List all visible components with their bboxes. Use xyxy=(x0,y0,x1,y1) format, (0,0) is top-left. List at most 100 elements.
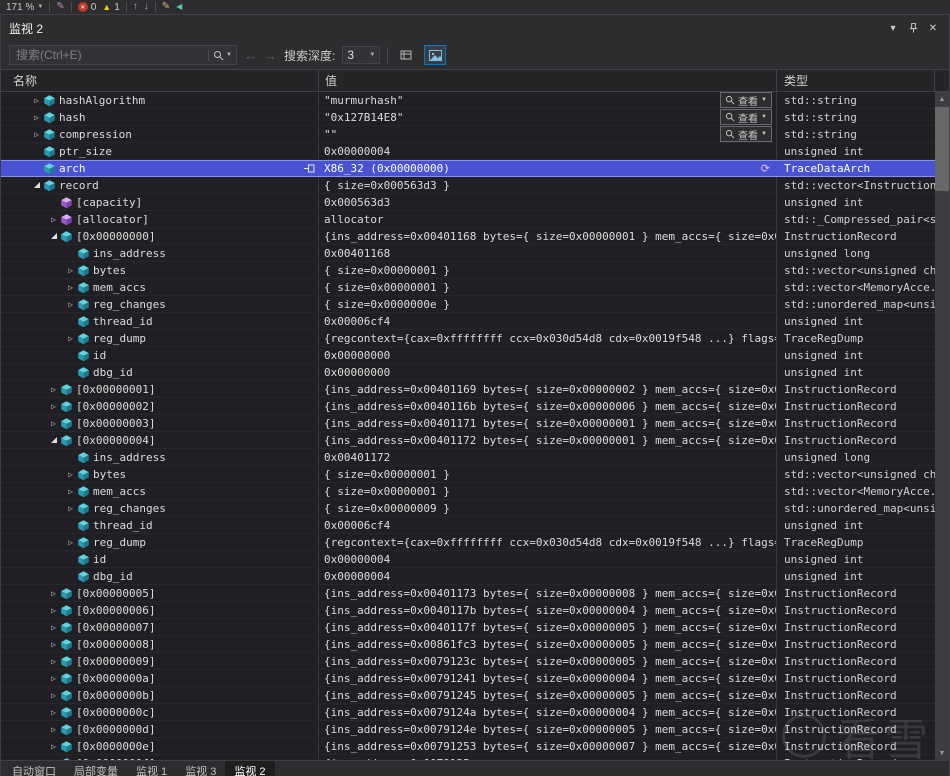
table-row[interactable]: ins_address 0x00401168 unsigned long xyxy=(1,245,935,262)
expander-icon[interactable] xyxy=(65,569,76,584)
visualizer-toggle-button[interactable] xyxy=(424,45,447,65)
expander-icon[interactable] xyxy=(65,484,76,499)
expander-icon[interactable] xyxy=(65,263,76,278)
table-row[interactable]: [0x0000000d] {ins_address=0x0079124e byt… xyxy=(1,721,935,738)
pin-to-column-icon[interactable] xyxy=(304,164,315,173)
table-row[interactable]: record { size=0x000563d3 } std::vector<I… xyxy=(1,177,935,194)
expander-icon[interactable] xyxy=(31,144,42,159)
value-cell[interactable]: X86_32 (0x00000000) ⟳ xyxy=(319,161,777,176)
value-cell[interactable]: 0x00000004 xyxy=(319,551,777,567)
value-cell[interactable]: 0x00000000 xyxy=(319,347,777,363)
value-cell[interactable]: {ins_address=0x0079124a bytes={ size=0x0… xyxy=(319,704,777,720)
table-row[interactable]: [0x00000007] {ins_address=0x0040117f byt… xyxy=(1,619,935,636)
value-cell[interactable]: 0x00000004 xyxy=(319,143,777,159)
table-row[interactable]: [0x00000001] {ins_address=0x00401169 byt… xyxy=(1,381,935,398)
value-cell[interactable]: {regcontext={cax=0xffffffff ccx=0x030d54… xyxy=(319,330,777,346)
table-row[interactable]: [0x0000000b] {ins_address=0x00791245 byt… xyxy=(1,687,935,704)
table-row[interactable]: [0x00000008] {ins_address=0x00861fc3 byt… xyxy=(1,636,935,653)
expander-icon[interactable] xyxy=(65,467,76,482)
table-row[interactable]: bytes { size=0x00000001 } std::vector<un… xyxy=(1,466,935,483)
expander-icon[interactable] xyxy=(48,654,59,669)
table-row[interactable]: [allocator] allocator std::_Compressed_p… xyxy=(1,211,935,228)
value-cell[interactable]: {ins_address=0x00791241 bytes={ size=0x0… xyxy=(319,670,777,686)
previous-result-button[interactable]: ← xyxy=(244,48,257,63)
tab-autos[interactable]: 自动窗口 xyxy=(3,761,65,776)
table-row[interactable]: ins_address 0x00401172 unsigned long xyxy=(1,449,935,466)
search-options-button[interactable]: ▼ xyxy=(208,49,232,61)
value-cell[interactable]: {ins_address=0x0079124e bytes={ size=0x0… xyxy=(319,721,777,737)
table-row[interactable]: [0x00000002] {ins_address=0x0040116b byt… xyxy=(1,398,935,415)
scroll-up-arrow[interactable]: ▲ xyxy=(935,92,949,106)
value-cell[interactable]: "murmurhash" 查看 ▼ xyxy=(319,92,777,108)
expander-icon[interactable] xyxy=(48,705,59,720)
expander-icon[interactable] xyxy=(31,93,42,108)
table-row[interactable]: [capacity] 0x000563d3 unsigned int xyxy=(1,194,935,211)
table-row[interactable]: dbg_id 0x00000004 unsigned int xyxy=(1,568,935,585)
value-cell[interactable]: { size=0x00000001 } xyxy=(319,466,777,482)
expander-icon[interactable] xyxy=(48,739,59,754)
value-cell[interactable]: 0x00401172 xyxy=(319,449,777,465)
value-cell[interactable]: { size=0x00000001 } xyxy=(319,279,777,295)
value-cell[interactable]: {ins_address=0x00401172 bytes={ size=0x0… xyxy=(319,432,777,448)
navigate-down-icon[interactable]: ↓ xyxy=(144,2,149,12)
expander-icon[interactable] xyxy=(48,195,59,210)
table-row[interactable]: thread_id 0x00006cf4 unsigned int xyxy=(1,313,935,330)
close-panel-button[interactable]: ✕ xyxy=(925,20,941,36)
table-row[interactable]: bytes { size=0x00000001 } std::vector<un… xyxy=(1,262,935,279)
table-row[interactable]: arch X86_32 (0x00000000) ⟳ TraceDataArch xyxy=(1,160,935,177)
brush-icon[interactable]: ✎ xyxy=(56,2,64,12)
table-row[interactable]: reg_changes { size=0x0000000e } std::uno… xyxy=(1,296,935,313)
value-cell[interactable]: "0x127B14E8" 查看 ▼ xyxy=(319,109,777,125)
value-cell[interactable]: "" 查看 ▼ xyxy=(319,126,777,142)
value-cell[interactable]: {ins_address=0x00401173 bytes={ size=0x0… xyxy=(319,585,777,601)
table-row[interactable]: reg_dump {regcontext={cax=0xffffffff ccx… xyxy=(1,534,935,551)
table-row[interactable]: reg_changes { size=0x00000009 } std::uno… xyxy=(1,500,935,517)
table-row[interactable]: id 0x00000000 unsigned int xyxy=(1,347,935,364)
expander-icon[interactable] xyxy=(65,246,76,261)
table-row[interactable]: compression "" 查看 ▼ std::string xyxy=(1,126,935,143)
table-row[interactable]: [0x00000009] {ins_address=0x0079123c byt… xyxy=(1,653,935,670)
pin-panel-button[interactable] xyxy=(905,20,921,36)
expander-icon[interactable] xyxy=(48,229,59,244)
column-header-type[interactable]: 类型 xyxy=(777,70,935,91)
scrollbar-thumb[interactable] xyxy=(935,107,949,191)
expander-icon[interactable] xyxy=(48,637,59,652)
expander-icon[interactable] xyxy=(48,382,59,397)
value-cell[interactable]: { size=0x00000001 } xyxy=(319,262,777,278)
expander-icon[interactable] xyxy=(48,212,59,227)
error-count-badge[interactable]: ✕ 0 xyxy=(77,2,96,13)
table-row[interactable]: ptr_size 0x00000004 unsigned int xyxy=(1,143,935,160)
value-cell[interactable]: {regcontext={cax=0xffffffff ccx=0x030d54… xyxy=(319,534,777,550)
watch-settings-button[interactable] xyxy=(395,45,417,65)
expander-icon[interactable] xyxy=(48,416,59,431)
value-cell[interactable]: 0x00006cf4 xyxy=(319,313,777,329)
value-cell[interactable]: { size=0x00000001 } xyxy=(319,483,777,499)
expander-icon[interactable] xyxy=(65,348,76,363)
scroll-down-arrow[interactable]: ▼ xyxy=(935,746,949,760)
value-cell[interactable]: 0x00401168 xyxy=(319,245,777,261)
table-row[interactable]: id 0x00000004 unsigned int xyxy=(1,551,935,568)
table-row[interactable]: [0x00000004] {ins_address=0x00401172 byt… xyxy=(1,432,935,449)
zoom-control[interactable]: 171 % ▼ xyxy=(6,2,43,13)
window-menu-button[interactable]: ▾ xyxy=(885,20,901,36)
expander-icon[interactable] xyxy=(48,603,59,618)
vertical-scrollbar[interactable]: ▲ ▼ xyxy=(935,92,949,760)
value-cell[interactable]: {ins_address=0x00401169 bytes={ size=0x0… xyxy=(319,381,777,397)
table-row[interactable]: [0x0000000e] {ins_address=0x00791253 byt… xyxy=(1,738,935,755)
table-row[interactable]: hashAlgorithm "murmurhash" 查看 ▼ std::str… xyxy=(1,92,935,109)
search-input[interactable] xyxy=(14,47,209,63)
tab-watch-2[interactable]: 监视 2 xyxy=(225,761,275,776)
tab-watch-1[interactable]: 监视 1 xyxy=(127,761,176,776)
warning-count-badge[interactable]: ▲ 1 xyxy=(102,2,119,13)
search-depth-select[interactable]: 3 ▼ xyxy=(342,46,381,64)
table-row[interactable]: [0x00000000] {ins_address=0x00401168 byt… xyxy=(1,228,935,245)
table-row[interactable]: [0x0000000a] {ins_address=0x00791241 byt… xyxy=(1,670,935,687)
table-row[interactable]: [0x00000005] {ins_address=0x00401173 byt… xyxy=(1,585,935,602)
view-button[interactable]: 查看 ▼ xyxy=(720,92,772,108)
expander-icon[interactable] xyxy=(65,297,76,312)
value-cell[interactable]: {ins_address=0x00861fc3 bytes={ size=0x0… xyxy=(319,636,777,652)
expander-icon[interactable] xyxy=(48,688,59,703)
tab-locals[interactable]: 局部变量 xyxy=(65,761,127,776)
value-cell[interactable]: {ins_address=0x00791253 bytes={ size=0x0… xyxy=(319,738,777,754)
back-arrow-icon[interactable]: ◀ xyxy=(176,2,182,12)
